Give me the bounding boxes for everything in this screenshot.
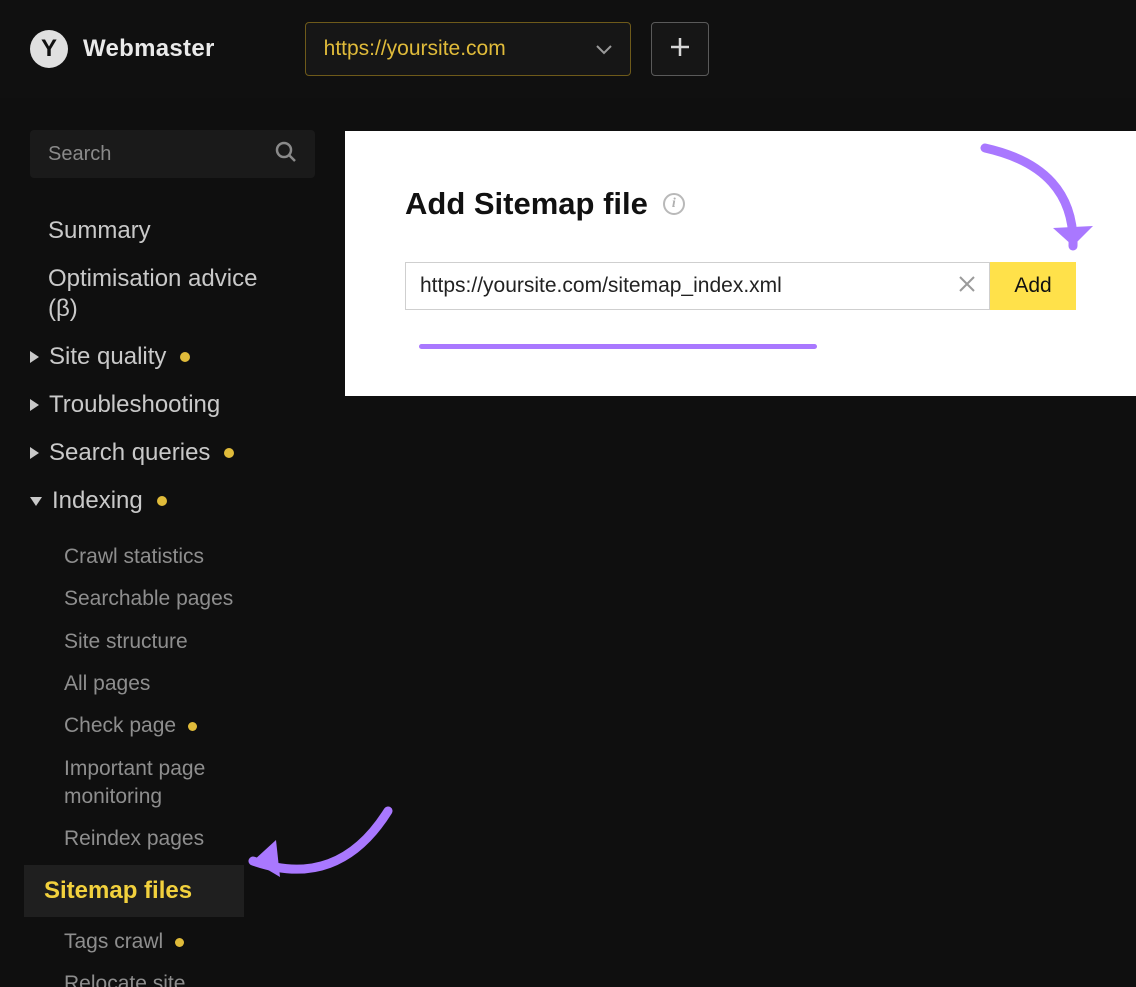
nav-site-quality[interactable]: Site quality [30,342,315,372]
sub-important-page-monitoring[interactable]: Important page monitoring [30,752,250,815]
triangle-right-icon [30,351,39,363]
main-content: Add Sitemap file i Add [345,98,1136,987]
logo-icon: Y [30,30,68,68]
sub-all-pages[interactable]: All pages [30,667,315,701]
sub-check-page[interactable]: Check page [30,709,315,743]
status-dot-icon [157,496,167,506]
nav-indexing[interactable]: Indexing [30,486,315,516]
app-logo: Y Webmaster [30,30,215,68]
sub-check-page-label: Check page [64,712,176,740]
plus-icon [669,36,691,63]
panel-title-row: Add Sitemap file i [405,186,1076,222]
nav-list: Summary Optimisation advice (β) Site qua… [30,216,315,987]
add-button[interactable]: Add [990,262,1076,310]
sub-relocate-site[interactable]: Relocate site [30,967,315,987]
nav-summary[interactable]: Summary [48,216,315,246]
nav-search-queries[interactable]: Search queries [30,438,315,468]
sub-crawl-statistics[interactable]: Crawl statistics [30,540,315,574]
status-dot-icon [224,448,234,458]
sub-sitemap-files[interactable]: Sitemap files [24,865,244,917]
info-icon[interactable]: i [663,193,685,215]
sitemap-url-input[interactable] [405,262,990,310]
status-dot-icon [175,938,184,947]
site-select-value: https://yoursite.com [324,37,506,61]
annotation-underline [419,344,817,349]
nav-indexing-label: Indexing [52,486,143,516]
app-title: Webmaster [83,35,215,63]
sitemap-input-wrap [405,262,990,310]
header-bar: Y Webmaster https://yoursite.com [0,0,1136,98]
sidebar: Summary Optimisation advice (β) Site qua… [0,98,345,987]
chevron-down-icon [596,37,612,61]
nav-search-queries-label: Search queries [49,438,210,468]
add-site-button[interactable] [651,22,709,76]
status-dot-icon [180,352,190,362]
sub-searchable-pages[interactable]: Searchable pages [30,582,315,616]
search-input[interactable] [48,143,248,166]
nav-troubleshooting[interactable]: Troubleshooting [30,390,315,420]
sub-reindex-pages[interactable]: Reindex pages [30,822,315,856]
triangle-right-icon [30,399,39,411]
nav-optimisation[interactable]: Optimisation advice (β) [48,264,278,324]
sub-tags-crawl[interactable]: Tags crawl [30,925,315,959]
body-container: Summary Optimisation advice (β) Site qua… [0,98,1136,987]
indexing-sublist: Crawl statistics Searchable pages Site s… [30,540,315,987]
triangle-down-icon [30,497,42,506]
triangle-right-icon [30,447,39,459]
sub-site-structure[interactable]: Site structure [30,625,315,659]
sub-tags-crawl-label: Tags crawl [64,928,163,956]
panel-title: Add Sitemap file [405,186,648,222]
status-dot-icon [188,722,197,731]
sidebar-search[interactable] [30,130,315,178]
site-select-dropdown[interactable]: https://yoursite.com [305,22,631,76]
add-sitemap-panel: Add Sitemap file i Add [345,131,1136,396]
search-icon [275,141,297,168]
nav-site-quality-label: Site quality [49,342,166,372]
clear-input-icon[interactable] [958,273,976,299]
sitemap-input-row: Add [405,262,1076,310]
nav-troubleshooting-label: Troubleshooting [49,390,220,420]
